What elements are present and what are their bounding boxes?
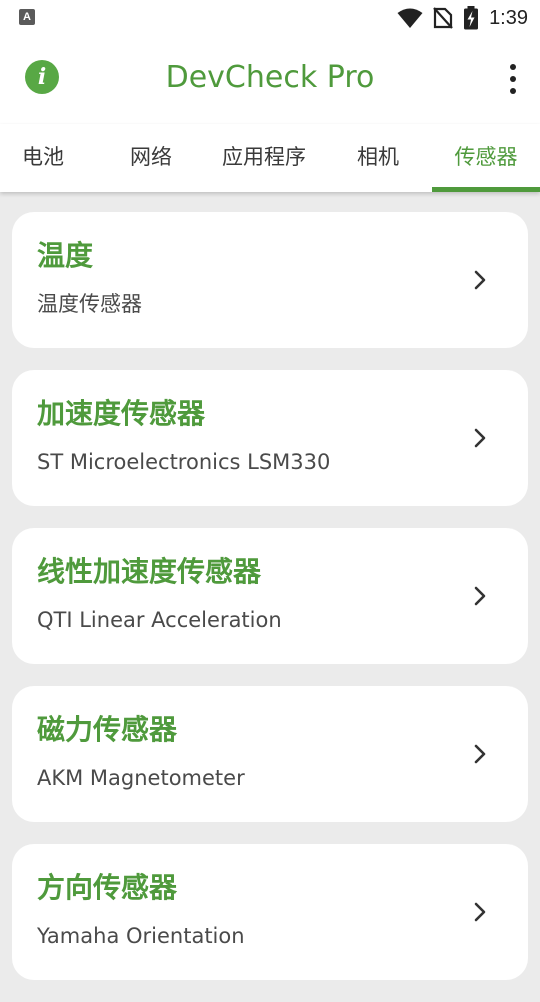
battery-charging-icon xyxy=(464,6,479,30)
tab-battery[interactable]: 电池 xyxy=(0,124,86,192)
chevron-right-icon xyxy=(474,428,486,448)
sensor-subtitle: ST Microelectronics LSM330 xyxy=(37,450,331,474)
chevron-right-icon xyxy=(474,586,486,606)
more-vertical-icon[interactable] xyxy=(506,64,520,94)
sensor-list: 温度 温度传感器 加速度传感器 ST Microelectronics LSM3… xyxy=(12,212,528,1002)
tab-sensors[interactable]: 传感器 xyxy=(432,124,540,192)
tab-indicator xyxy=(432,187,540,192)
wifi-icon xyxy=(397,8,423,28)
chevron-right-icon xyxy=(474,744,486,764)
app-title: DevCheck Pro xyxy=(165,60,375,95)
status-bar: A 1:39 xyxy=(0,0,540,36)
tab-camera[interactable]: 相机 xyxy=(326,124,430,192)
tab-network[interactable]: 网络 xyxy=(98,124,204,192)
sensor-title: 温度 xyxy=(37,239,94,272)
sensor-card[interactable]: 磁力传感器 AKM Magnetometer xyxy=(12,686,528,822)
sensor-title: 磁力传感器 xyxy=(37,713,178,746)
notification-icon: A xyxy=(19,9,35,25)
tab-apps[interactable]: 应用程序 xyxy=(208,124,320,192)
sensor-title: 方向传感器 xyxy=(37,871,178,904)
sensor-card[interactable]: 线性加速度传感器 QTI Linear Acceleration xyxy=(12,528,528,664)
sensor-card[interactable]: 温度 温度传感器 xyxy=(12,212,528,348)
status-time: 1:39 xyxy=(489,6,528,29)
no-sim-icon xyxy=(433,7,453,29)
sensor-subtitle: Yamaha Orientation xyxy=(37,924,245,948)
sensor-card[interactable]: 加速度传感器 ST Microelectronics LSM330 xyxy=(12,370,528,506)
sensor-subtitle: AKM Magnetometer xyxy=(37,766,245,790)
chevron-right-icon xyxy=(474,902,486,922)
status-icons: 1:39 xyxy=(397,5,528,31)
sensor-subtitle: QTI Linear Acceleration xyxy=(37,608,282,632)
chevron-right-icon xyxy=(474,270,486,290)
sensor-title: 线性加速度传感器 xyxy=(37,555,262,588)
tab-bar: 电池 网络 应用程序 相机 传感器 xyxy=(0,124,540,192)
sensor-title: 加速度传感器 xyxy=(37,397,206,430)
app-bar: i DevCheck Pro xyxy=(0,36,540,124)
sensor-subtitle: 温度传感器 xyxy=(37,292,142,316)
